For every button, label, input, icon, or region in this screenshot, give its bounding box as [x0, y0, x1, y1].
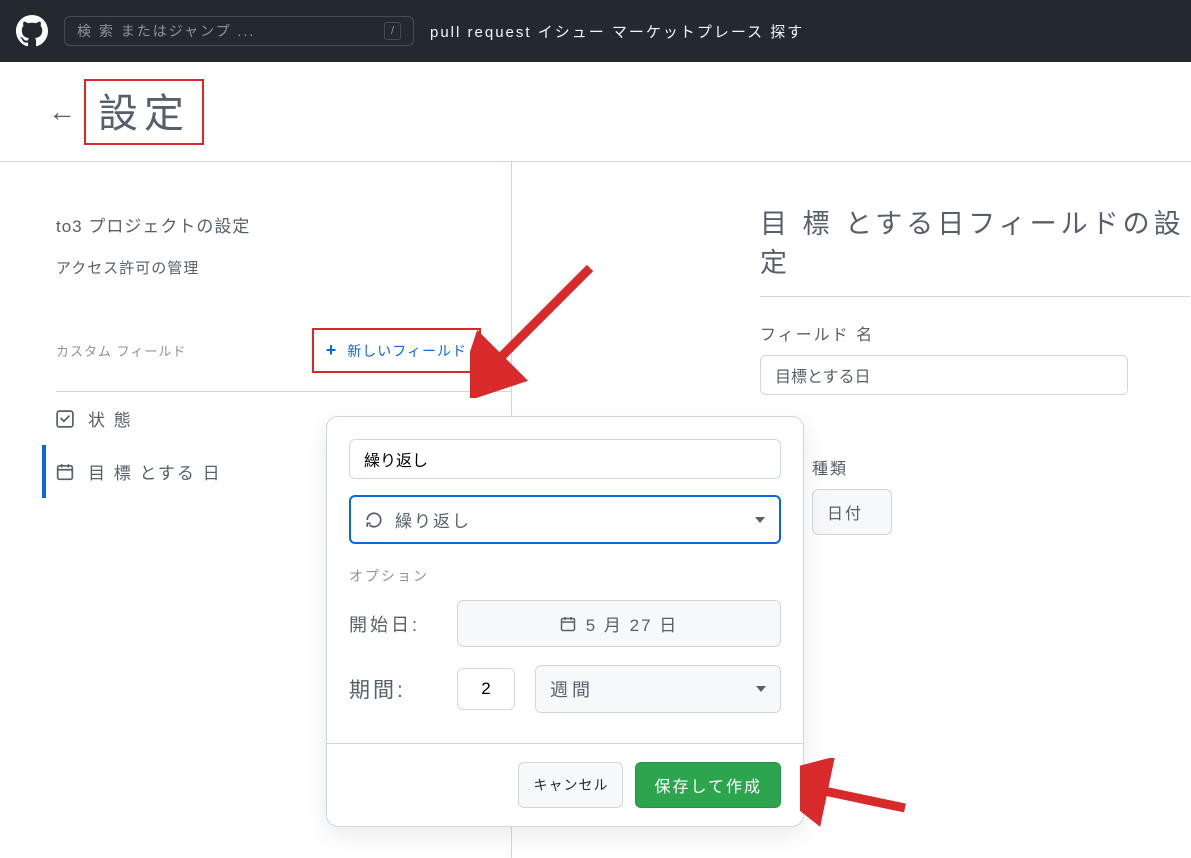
top-nav-links[interactable]: pull request イシュー マーケットプレース 探す: [430, 21, 804, 42]
start-date-button[interactable]: 5 月 27 日: [457, 600, 781, 647]
start-date-label: 開始日:: [349, 611, 437, 637]
new-field-label: 新しいフィールド: [347, 341, 467, 361]
options-label: オプション: [349, 566, 781, 586]
iteration-icon: [365, 511, 383, 529]
popover-type-value: 繰り返し: [395, 507, 471, 532]
popover-footer: キャンセル 保存して作成: [327, 743, 803, 826]
calendar-icon: [560, 616, 576, 632]
new-field-button[interactable]: + 新しいフィールド: [312, 328, 481, 373]
chevron-down-icon: [756, 686, 766, 692]
top-nav: / pull request イシュー マーケットプレース 探す: [0, 0, 1191, 62]
plus-icon: +: [326, 340, 338, 361]
duration-unit-select[interactable]: 週間: [535, 665, 781, 713]
field-target-date-label: 目 標 とする 日: [88, 459, 222, 484]
sidebar-item-access[interactable]: アクセス許可の管理: [56, 247, 511, 288]
single-select-icon: [56, 410, 74, 428]
search-box[interactable]: /: [64, 16, 414, 46]
start-date-row: 開始日: 5 月 27 日: [349, 600, 781, 647]
chevron-down-icon: [755, 517, 765, 523]
type-label: 種類: [812, 455, 1191, 479]
fieldname-label: フィールド 名: [760, 321, 1191, 345]
sidebar-item-project-settings[interactable]: to3 プロジェクトの設定: [56, 202, 511, 247]
start-date-value: 5 月 27 日: [586, 611, 679, 636]
duration-label: 期間:: [349, 674, 437, 704]
new-field-popover: 繰り返し オプション 開始日: 5 月 27 日 期間: 週間 キャンセル 保存…: [326, 416, 804, 827]
cancel-button[interactable]: キャンセル: [518, 762, 623, 808]
page-title: 設定: [84, 79, 204, 145]
fieldname-input[interactable]: [760, 355, 1128, 395]
duration-unit-value: 週間: [550, 676, 594, 702]
back-arrow-icon[interactable]: ←: [48, 96, 76, 128]
duration-input[interactable]: [457, 668, 515, 710]
slash-key-icon: /: [384, 22, 401, 40]
panel-title: 目 標 とする日フィールドの設定: [760, 202, 1190, 297]
github-logo-icon[interactable]: [16, 15, 48, 47]
save-button[interactable]: 保存して作成: [635, 762, 781, 808]
search-input[interactable]: [77, 23, 384, 39]
page-header: ← 設定: [0, 62, 1191, 162]
popover-type-select[interactable]: 繰り返し: [349, 495, 781, 544]
field-status-label: 状 態: [88, 406, 133, 431]
type-field[interactable]: 日付: [812, 489, 892, 535]
popover-name-input[interactable]: [349, 439, 781, 479]
calendar-icon: [56, 463, 74, 481]
type-value: 日付: [827, 500, 863, 524]
duration-row: 期間: 週間: [349, 665, 781, 713]
custom-fields-header: カスタム フィールド + 新しいフィールド: [56, 328, 511, 392]
custom-fields-label: カスタム フィールド: [56, 341, 186, 360]
